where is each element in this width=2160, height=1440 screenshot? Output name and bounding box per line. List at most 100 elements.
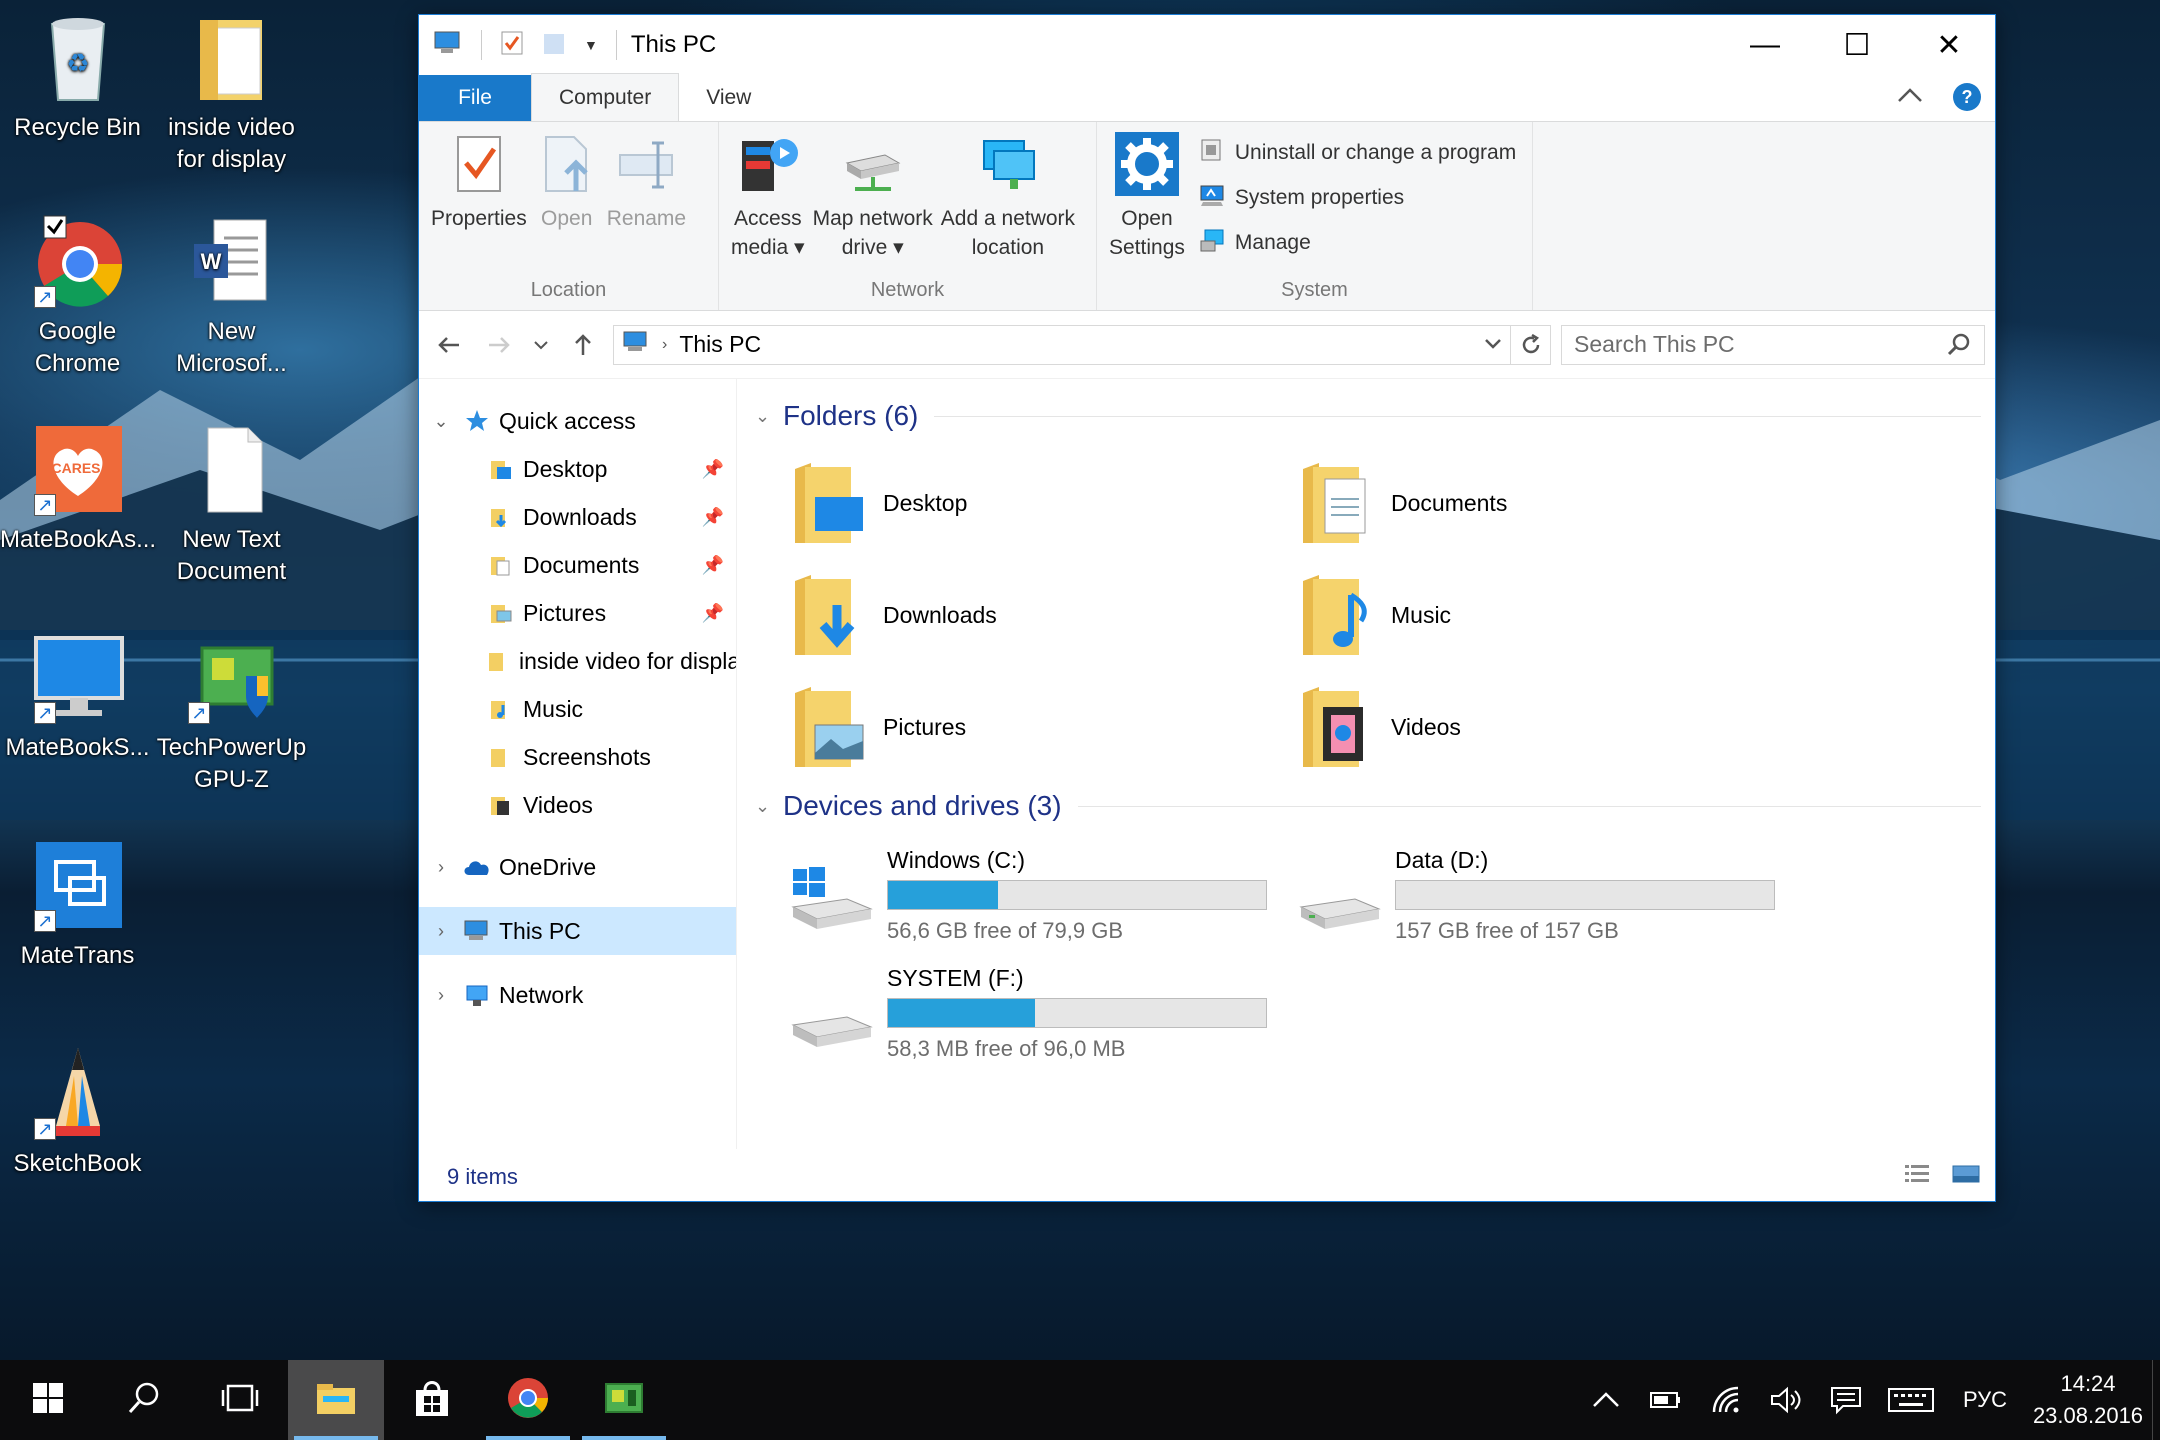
- nav-onedrive[interactable]: › OneDrive: [419, 843, 736, 891]
- arrow-left-icon: [438, 336, 459, 353]
- desktop-icon-sketchbook[interactable]: SketchBook: [0, 1046, 155, 1180]
- desktop-icon-recycle-bin[interactable]: ♻ Recycle Bin: [0, 10, 155, 144]
- desktop-icon-matebook-settings[interactable]: MateBookS...: [0, 630, 155, 764]
- folder-music[interactable]: Music: [1299, 567, 1807, 663]
- folder-videos[interactable]: Videos: [1299, 679, 1807, 775]
- taskbar-chrome[interactable]: [480, 1360, 576, 1440]
- refresh-button[interactable]: [1511, 324, 1551, 365]
- address-input[interactable]: › This PC: [613, 324, 1511, 365]
- folder-documents[interactable]: Documents: [1299, 455, 1807, 551]
- collapse-ribbon-icon[interactable]: [1897, 87, 1923, 108]
- drives-section-header[interactable]: ⌄ Devices and drives (3): [755, 781, 1981, 831]
- drive-d[interactable]: Data (D:) 157 GB free of 157 GB: [1299, 845, 1807, 945]
- taskbar-file-explorer[interactable]: [288, 1360, 384, 1440]
- properties-icon[interactable]: [500, 30, 524, 61]
- nav-this-pc[interactable]: › This PC: [419, 907, 736, 955]
- network-drive-icon: [841, 132, 905, 196]
- large-icons-view-icon[interactable]: [1951, 1162, 1981, 1192]
- notification-icon: [1831, 1387, 1861, 1415]
- chevron-down-icon[interactable]: ▼: [584, 37, 598, 53]
- back-button[interactable]: [429, 325, 469, 365]
- uninstall-program-button[interactable]: Uninstall or change a program: [1199, 136, 1516, 169]
- nav-quick-access[interactable]: ⌄ Quick access: [419, 397, 736, 445]
- nav-item-downloads[interactable]: Downloads 📌: [419, 493, 736, 541]
- show-desktop-button[interactable]: [2152, 1360, 2160, 1440]
- help-button[interactable]: ?: [1953, 83, 1981, 111]
- search-button[interactable]: [96, 1360, 192, 1440]
- nav-item-screenshots[interactable]: Screenshots: [419, 733, 736, 781]
- system-properties-button[interactable]: System properties: [1199, 181, 1516, 214]
- battery-button[interactable]: [1636, 1360, 1696, 1440]
- nav-item-music[interactable]: Music: [419, 685, 736, 733]
- details-view-icon[interactable]: [1903, 1162, 1931, 1192]
- pin-icon[interactable]: 📌: [702, 459, 724, 480]
- monitor-icon: [30, 630, 126, 729]
- taskbar: РУС 14:24 23.08.2016: [0, 1360, 2160, 1440]
- desktop-icon-matebook-assistant[interactable]: CARES MateBookAs...: [0, 422, 156, 556]
- desktop-icon-inside-video-folder[interactable]: inside video for display: [154, 10, 309, 176]
- start-button[interactable]: [0, 1360, 96, 1440]
- chevron-down-icon[interactable]: ⌄: [755, 796, 783, 817]
- folders-grid: Desktop Documents Downloads Music Pictur…: [755, 441, 1981, 775]
- folder-pictures[interactable]: Pictures: [791, 679, 1299, 775]
- drive-c[interactable]: Windows (C:) 56,6 GB free of 79,9 GB: [791, 845, 1299, 945]
- wifi-button[interactable]: [1696, 1360, 1756, 1440]
- touch-keyboard-button[interactable]: [1876, 1360, 1946, 1440]
- chevron-right-icon[interactable]: ›: [419, 921, 463, 942]
- up-button[interactable]: [563, 325, 603, 365]
- manage-button[interactable]: Manage: [1199, 226, 1516, 259]
- taskbar-store[interactable]: [384, 1360, 480, 1440]
- forward-button[interactable]: [479, 325, 519, 365]
- nav-item-videos[interactable]: Videos: [419, 781, 736, 829]
- tab-file[interactable]: File: [419, 75, 531, 121]
- nav-item-inside-video[interactable]: inside video for display: [419, 637, 736, 685]
- taskbar-gpu-z[interactable]: [576, 1360, 672, 1440]
- gpu-z-icon: [184, 630, 280, 729]
- pin-icon[interactable]: 📌: [702, 555, 724, 576]
- chevron-right-icon[interactable]: ›: [419, 985, 463, 1006]
- folder-downloads[interactable]: Downloads: [791, 567, 1299, 663]
- folders-section-header[interactable]: ⌄ Folders (6): [755, 391, 1981, 441]
- desktop-icon-matetrans[interactable]: MateTrans: [0, 838, 155, 972]
- gpu-z-icon: [602, 1378, 646, 1423]
- title-bar[interactable]: ▼ This PC — ☐ ✕: [419, 15, 1995, 75]
- search-input[interactable]: Search This PC: [1561, 324, 1985, 365]
- address-history-chevron-icon[interactable]: [1484, 334, 1502, 355]
- folder-desktop[interactable]: Desktop: [791, 455, 1299, 551]
- volume-button[interactable]: [1756, 1360, 1816, 1440]
- desktop-icon-google-chrome[interactable]: Google Chrome: [0, 214, 155, 380]
- search-icon[interactable]: [1946, 332, 1972, 364]
- chevron-right-icon[interactable]: ›: [419, 857, 463, 878]
- desktop-icon-word-document[interactable]: W New Microsof...: [154, 214, 309, 380]
- address-bar-row: › This PC Search This PC: [419, 311, 1995, 379]
- keyboard-icon: [1888, 1388, 1934, 1412]
- folder-icon: [487, 647, 511, 675]
- breadcrumb-this-pc[interactable]: This PC: [679, 331, 761, 358]
- nav-network[interactable]: › Network: [419, 971, 736, 1019]
- new-folder-icon[interactable]: [542, 30, 566, 61]
- show-hidden-icons-button[interactable]: [1576, 1360, 1636, 1440]
- pin-icon[interactable]: 📌: [702, 507, 724, 528]
- tab-view[interactable]: View: [679, 75, 778, 121]
- pin-icon[interactable]: 📌: [702, 603, 724, 624]
- nav-item-desktop[interactable]: Desktop 📌: [419, 445, 736, 493]
- recent-locations-button[interactable]: [529, 325, 553, 365]
- manage-computer-icon: [1199, 227, 1225, 259]
- tab-computer[interactable]: Computer: [531, 73, 680, 121]
- clock-button[interactable]: 14:24 23.08.2016: [2024, 1368, 2152, 1432]
- maximize-button[interactable]: ☐: [1811, 15, 1903, 75]
- desktop-icon-new-text-document[interactable]: New Text Document: [154, 422, 309, 588]
- hard-drive-icon: [791, 983, 873, 1047]
- drive-c-usage-bar: [887, 879, 1267, 910]
- action-center-button[interactable]: [1816, 1360, 1876, 1440]
- task-view-button[interactable]: [192, 1360, 288, 1440]
- close-button[interactable]: ✕: [1903, 15, 1995, 75]
- nav-item-documents[interactable]: Documents 📌: [419, 541, 736, 589]
- desktop-icon-gpu-z[interactable]: TechPowerUp GPU-Z: [154, 630, 309, 796]
- drive-f[interactable]: SYSTEM (F:) 58,3 MB free of 96,0 MB: [791, 963, 1299, 1063]
- chevron-down-icon[interactable]: ⌄: [755, 406, 783, 427]
- chevron-down-icon[interactable]: ⌄: [419, 411, 463, 432]
- nav-item-pictures[interactable]: Pictures 📌: [419, 589, 736, 637]
- input-language-button[interactable]: РУС: [1946, 1360, 2024, 1440]
- minimize-button[interactable]: —: [1719, 15, 1811, 75]
